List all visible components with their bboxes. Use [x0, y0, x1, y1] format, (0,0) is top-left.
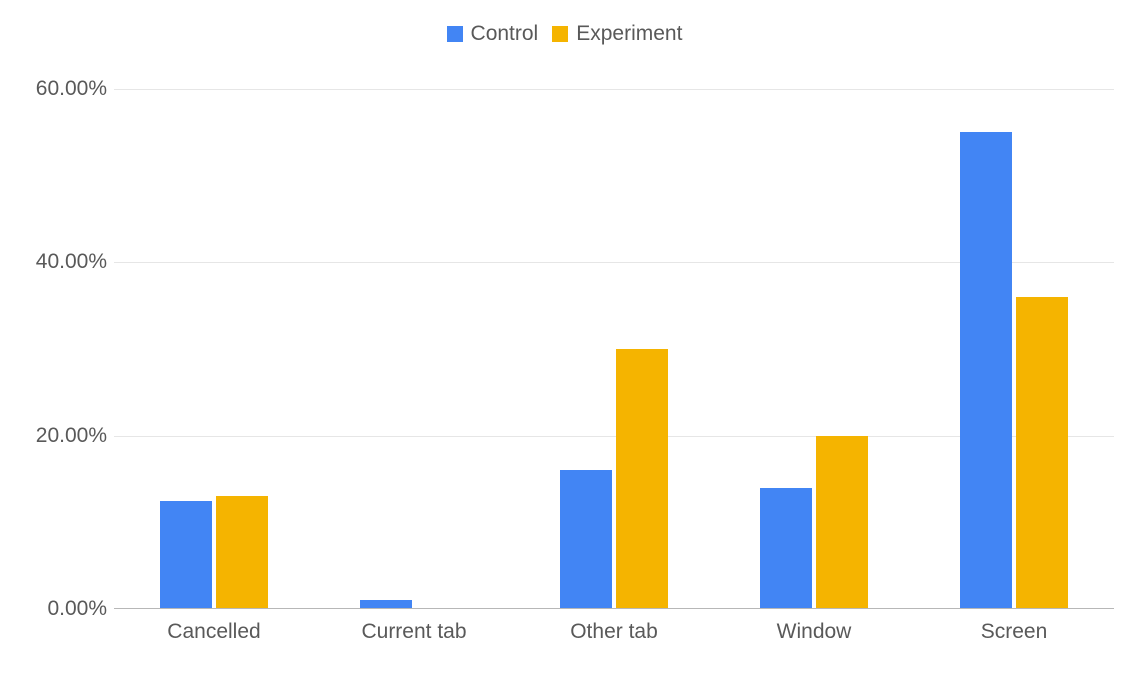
y-tick-label: 0.00% [7, 597, 107, 621]
bars-layer [114, 89, 1114, 609]
y-tick-label: 60.00% [7, 77, 107, 101]
bar-control-window [760, 488, 812, 609]
x-tick-label: Current tab [361, 620, 466, 644]
y-tick-label: 40.00% [7, 250, 107, 274]
bar-control-screen [960, 132, 1012, 609]
x-tick-label: Screen [981, 620, 1048, 644]
bar-experiment-window [816, 436, 868, 609]
bar-experiment-cancelled [216, 496, 268, 609]
legend-item-experiment: Experiment [552, 22, 682, 46]
legend: Control Experiment [0, 22, 1129, 46]
bar-experiment-other-tab [616, 349, 668, 609]
bar-experiment-screen [1016, 297, 1068, 609]
legend-item-control: Control [447, 22, 539, 46]
chart-container: Control Experiment 0.00% 20.00% 40.00% 60.0… [0, 0, 1129, 682]
legend-label-control: Control [471, 22, 539, 46]
plot-area [114, 89, 1114, 609]
legend-swatch-experiment [552, 26, 568, 42]
legend-swatch-control [447, 26, 463, 42]
y-tick-label: 20.00% [7, 424, 107, 448]
x-tick-label: Window [777, 620, 852, 644]
legend-label-experiment: Experiment [576, 22, 682, 46]
bar-control-other-tab [560, 470, 612, 609]
x-axis-line [114, 608, 1114, 609]
x-tick-label: Cancelled [167, 620, 260, 644]
x-tick-label: Other tab [570, 620, 658, 644]
bar-control-cancelled [160, 501, 212, 609]
